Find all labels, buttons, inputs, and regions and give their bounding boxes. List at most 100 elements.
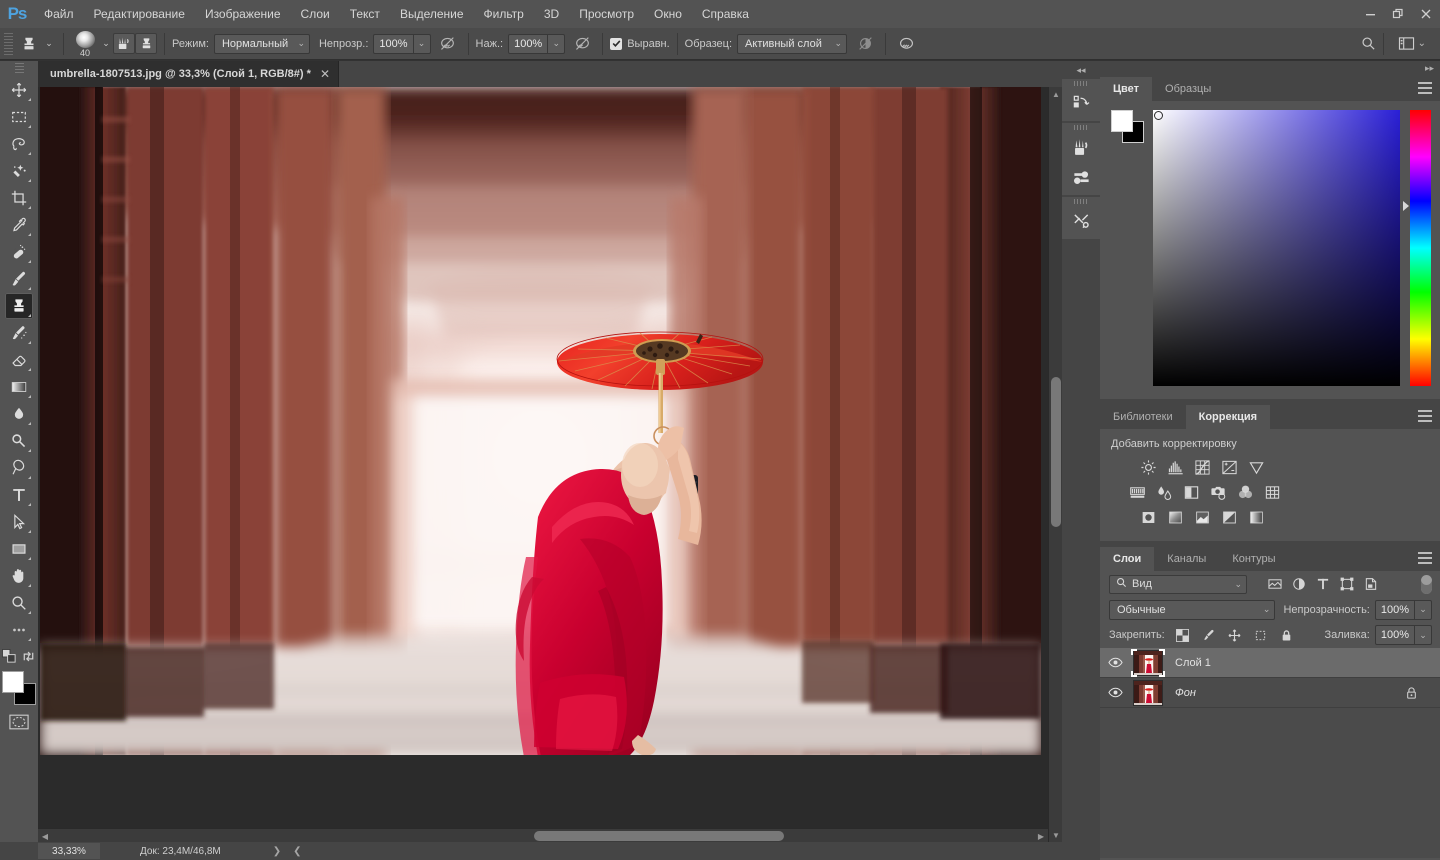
panel-grip-2[interactable] xyxy=(1062,123,1100,132)
lock-all-icon[interactable] xyxy=(1278,626,1295,644)
opacity-chevron-down-icon[interactable]: ⌄ xyxy=(413,33,431,54)
hand-tool[interactable] xyxy=(5,563,33,589)
rectangle-tool[interactable] xyxy=(5,536,33,562)
zoom-tool[interactable] xyxy=(5,590,33,616)
scroll-left-icon[interactable]: ◀ xyxy=(38,829,52,843)
layer-fill-control[interactable]: 100% ⌄ xyxy=(1374,625,1432,645)
brushes-panel-icon[interactable] xyxy=(1062,132,1100,162)
color-picker-marker[interactable] xyxy=(1154,111,1163,120)
search-button[interactable] xyxy=(1354,31,1382,57)
canvas-area[interactable]: ▲ ▼ xyxy=(38,87,1062,842)
canvas-vertical-scrollbar[interactable]: ▲ ▼ xyxy=(1048,87,1062,842)
status-collapse-icon[interactable]: ❮ xyxy=(293,846,301,857)
tab-swatches[interactable]: Образцы xyxy=(1152,77,1225,101)
brush-settings-panel-icon[interactable] xyxy=(1062,162,1100,192)
curves-icon[interactable] xyxy=(1190,456,1214,478)
layer-thumbnail-2[interactable] xyxy=(1133,679,1163,706)
document-tab[interactable]: umbrella-1807513.jpg @ 33,3% (Слой 1, RG… xyxy=(38,61,339,87)
blend-mode-select[interactable]: Нормальный ⌄ xyxy=(213,33,310,54)
adjustments-panel-menu-icon[interactable] xyxy=(1418,410,1432,422)
swap-colors-button[interactable] xyxy=(21,649,36,667)
restore-button[interactable] xyxy=(1384,0,1412,28)
posterize-icon[interactable] xyxy=(1163,506,1187,528)
tab-paths[interactable]: Контуры xyxy=(1219,547,1289,571)
opacity-value[interactable]: 100% xyxy=(373,33,414,54)
menu-layers[interactable]: Слои xyxy=(291,0,340,28)
tab-libraries[interactable]: Библиотеки xyxy=(1100,405,1186,429)
exposure-icon[interactable] xyxy=(1217,456,1241,478)
flow-control[interactable]: 100% ⌄ xyxy=(508,33,566,54)
right-dock-collapse-icon[interactable]: ▸▸ xyxy=(1100,61,1440,75)
color-lookup-icon[interactable] xyxy=(1260,481,1284,503)
black-white-icon[interactable] xyxy=(1179,481,1203,503)
layers-panel-menu-icon[interactable] xyxy=(1418,552,1432,564)
tool-presets-panel-icon[interactable] xyxy=(1062,206,1100,236)
scroll-down-icon[interactable]: ▼ xyxy=(1049,828,1062,842)
panel-grip[interactable] xyxy=(1062,79,1100,88)
edit-toolbar-button[interactable] xyxy=(5,617,33,643)
layer-thumbnail-wrap-2[interactable] xyxy=(1130,678,1166,708)
menu-text[interactable]: Текст xyxy=(340,0,390,28)
layer-visibility-toggle-2[interactable] xyxy=(1100,678,1130,708)
menu-window[interactable]: Окно xyxy=(644,0,692,28)
color-balance-icon[interactable] xyxy=(1152,481,1176,503)
move-tool[interactable] xyxy=(5,77,33,103)
tab-layers[interactable]: Слои xyxy=(1100,547,1155,571)
quick-mask-button[interactable] xyxy=(6,711,32,733)
lasso-tool[interactable] xyxy=(5,131,33,157)
current-tool-icon[interactable] xyxy=(16,32,42,56)
flow-value[interactable]: 100% xyxy=(508,33,549,54)
quick-selection-tool[interactable] xyxy=(5,158,33,184)
healing-brush-tool[interactable] xyxy=(5,239,33,265)
status-expand-icon[interactable]: ❯ xyxy=(273,846,281,857)
hue-saturation-icon[interactable] xyxy=(1125,481,1149,503)
vertical-scroll-thumb[interactable] xyxy=(1051,377,1061,527)
history-panel-icon[interactable] xyxy=(1062,88,1100,118)
layer-name[interactable]: Слой 1 xyxy=(1175,657,1211,669)
brush-tool[interactable] xyxy=(5,266,33,292)
marquee-tool[interactable] xyxy=(5,104,33,130)
selective-color-icon[interactable] xyxy=(1217,506,1241,528)
layer-visibility-toggle[interactable] xyxy=(1100,648,1130,678)
clone-source-panel-button[interactable] xyxy=(135,33,157,54)
opacity-pressure-toggle[interactable] xyxy=(435,32,461,56)
layer-opacity-value[interactable]: 100% xyxy=(1374,599,1415,620)
aligned-checkbox[interactable]: Выравн. xyxy=(610,37,670,50)
sample-select[interactable]: Активный слой ⌄ xyxy=(737,33,848,54)
filter-smart-object-icon[interactable] xyxy=(1362,575,1379,594)
path-selection-tool[interactable] xyxy=(5,509,33,535)
pressure-size-toggle[interactable] xyxy=(893,32,919,56)
eyedropper-tool[interactable] xyxy=(5,212,33,238)
aligned-checkbox-box[interactable] xyxy=(610,37,623,50)
brush-settings-panel-button[interactable] xyxy=(113,33,135,54)
close-icon[interactable]: ✕ xyxy=(320,67,330,81)
menu-help[interactable]: Справка xyxy=(692,0,759,28)
flow-pressure-toggle[interactable] xyxy=(569,32,595,56)
canvas-horizontal-scrollbar[interactable]: ◀ ▶ xyxy=(38,828,1048,842)
levels-icon[interactable] xyxy=(1163,456,1187,478)
layer-name-background[interactable]: Фон xyxy=(1175,687,1196,699)
history-brush-tool[interactable] xyxy=(5,320,33,346)
menu-file[interactable]: Файл xyxy=(34,0,84,28)
layer-opacity-control[interactable]: 100% ⌄ xyxy=(1374,599,1432,620)
lock-image-pixels-icon[interactable] xyxy=(1200,626,1217,644)
hue-slider-marker[interactable] xyxy=(1403,201,1409,211)
layer-fill-value[interactable]: 100% xyxy=(1374,625,1415,645)
lock-transparent-pixels-icon[interactable] xyxy=(1174,626,1191,644)
menu-edit[interactable]: Редактирование xyxy=(84,0,195,28)
pen-tool[interactable] xyxy=(5,455,33,481)
threshold-icon[interactable] xyxy=(1190,506,1214,528)
dock-collapse-icon[interactable]: ◂◂ xyxy=(1062,61,1100,79)
lock-artboard-icon[interactable] xyxy=(1252,626,1269,644)
scroll-right-icon[interactable]: ▶ xyxy=(1034,829,1048,843)
document-image[interactable] xyxy=(40,87,1041,755)
photo-filter-icon[interactable] xyxy=(1206,481,1230,503)
blur-tool[interactable] xyxy=(5,401,33,427)
lock-position-icon[interactable] xyxy=(1226,626,1243,644)
opacity-control[interactable]: 100% ⌄ xyxy=(373,33,431,54)
minimize-button[interactable] xyxy=(1356,0,1384,28)
filter-pixel-icon[interactable] xyxy=(1266,575,1283,594)
eraser-tool[interactable] xyxy=(5,347,33,373)
foreground-color-swatch[interactable] xyxy=(2,671,24,693)
workspace-switcher-button[interactable]: ⌄ xyxy=(1394,36,1430,51)
